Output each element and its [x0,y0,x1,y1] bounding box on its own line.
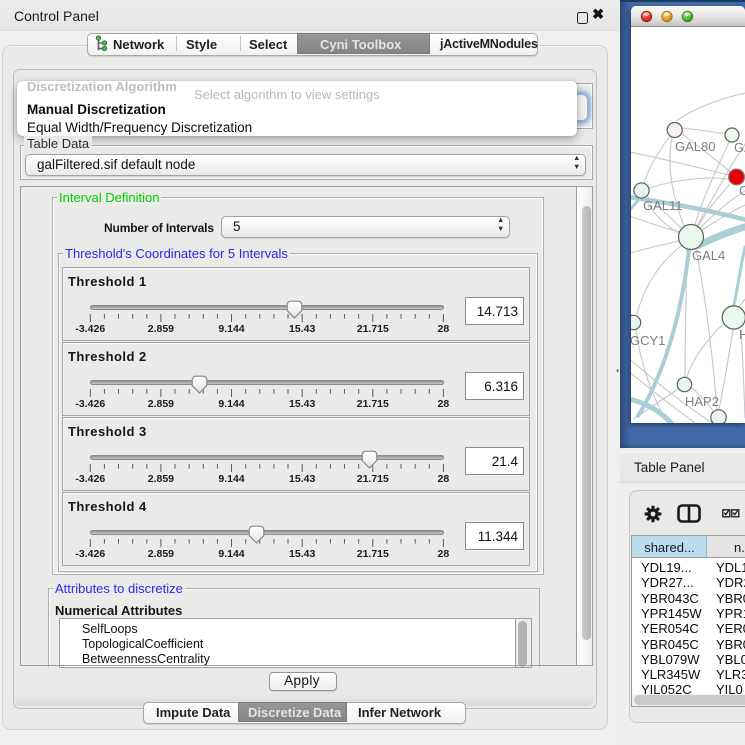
svg-text:GCY1: GCY1 [631,333,665,348]
svg-text:HAP2: HAP2 [685,394,719,409]
svg-text:GAL11: GAL11 [643,198,683,213]
svg-text:GAL4: GAL4 [692,248,725,263]
svg-text:GAL80: GAL80 [675,139,715,154]
svg-text:CY: CY [739,183,745,198]
svg-text:GA: GA [734,140,745,155]
svg-text:HI: HI [739,327,745,342]
